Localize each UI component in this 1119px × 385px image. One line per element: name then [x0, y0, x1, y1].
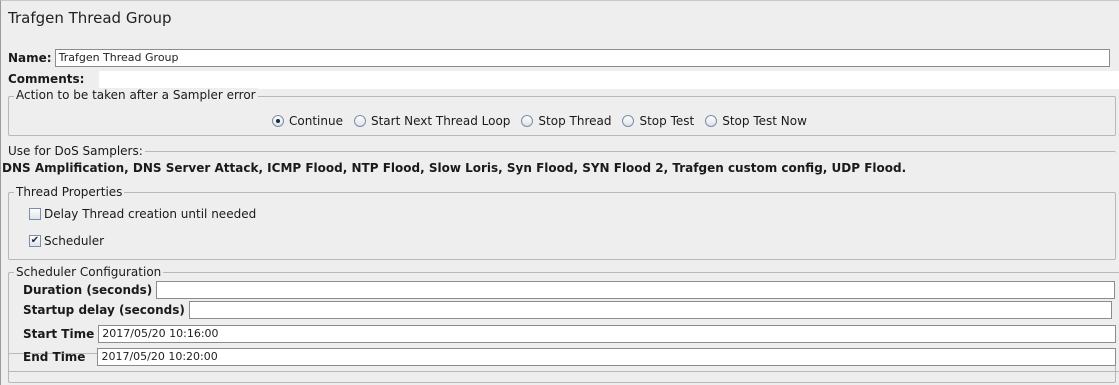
radio-icon [521, 115, 534, 127]
checkbox-icon [29, 208, 41, 220]
duration-row: Duration (seconds) [23, 281, 1116, 299]
startup-delay-row: Startup delay (seconds) [23, 301, 1112, 319]
delay-thread-checkbox-row[interactable]: Delay Thread creation until needed [29, 207, 256, 221]
sampler-error-options: Continue Start Next Thread Loop Stop Thr… [272, 114, 818, 128]
duration-input[interactable] [156, 281, 1116, 299]
startup-delay-input[interactable] [188, 301, 1112, 319]
name-label: Name: [8, 51, 52, 65]
thread-group-panel: Trafgen Thread Group Name: Trafgen Threa… [0, 0, 1119, 385]
dos-samplers-group: Use for DoS Samplers: DNS Amplification,… [2, 144, 1116, 179]
radio-continue[interactable]: Continue [272, 114, 343, 128]
dos-samplers-text: DNS Amplification, DNS Server Attack, IC… [2, 161, 907, 175]
thread-properties-legend: Thread Properties [14, 185, 125, 199]
start-time-input[interactable]: 2017/05/20 10:16:00 [98, 325, 1117, 343]
thread-properties-group: Thread Properties Delay Thread creation … [8, 185, 1116, 260]
radio-selected-icon [272, 115, 284, 127]
radio-stop-thread[interactable]: Stop Thread [521, 114, 611, 128]
comments-input[interactable] [99, 71, 1119, 89]
duration-label: Duration (seconds) [23, 283, 153, 297]
checkbox-checked-icon: ✔ [29, 235, 41, 247]
start-time-label: Start Time [23, 327, 95, 341]
page-title: Trafgen Thread Group [8, 9, 172, 27]
end-time-label: End Time [23, 350, 86, 364]
end-time-input[interactable]: 2017/05/20 10:20:00 [97, 348, 1117, 366]
scheduler-config-legend: Scheduler Configuration [14, 265, 164, 279]
radio-icon [622, 115, 635, 127]
radio-icon [705, 115, 718, 127]
scheduler-checkbox-row[interactable]: ✔ Scheduler [29, 234, 104, 248]
radio-stop-test[interactable]: Stop Test [622, 114, 694, 128]
radio-icon [353, 115, 366, 127]
radio-start-next-thread-loop[interactable]: Start Next Thread Loop [353, 114, 510, 128]
name-input[interactable]: Trafgen Thread Group [54, 49, 1110, 67]
sampler-error-group: Action to be taken after a Sampler error… [8, 88, 1116, 136]
start-time-row: Start Time 2017/05/20 10:16:00 [23, 325, 1117, 343]
sampler-error-legend: Action to be taken after a Sampler error [14, 88, 258, 102]
comments-label: Comments: [8, 72, 85, 86]
dos-samplers-legend: Use for DoS Samplers: [6, 144, 145, 158]
comments-row: Comments: [8, 72, 84, 86]
name-row: Name: Trafgen Thread Group [8, 49, 1119, 67]
end-time-row: End Time 2017/05/20 10:20:00 [23, 348, 1117, 366]
startup-delay-label: Startup delay (seconds) [23, 303, 185, 317]
radio-stop-test-now[interactable]: Stop Test Now [705, 114, 807, 128]
